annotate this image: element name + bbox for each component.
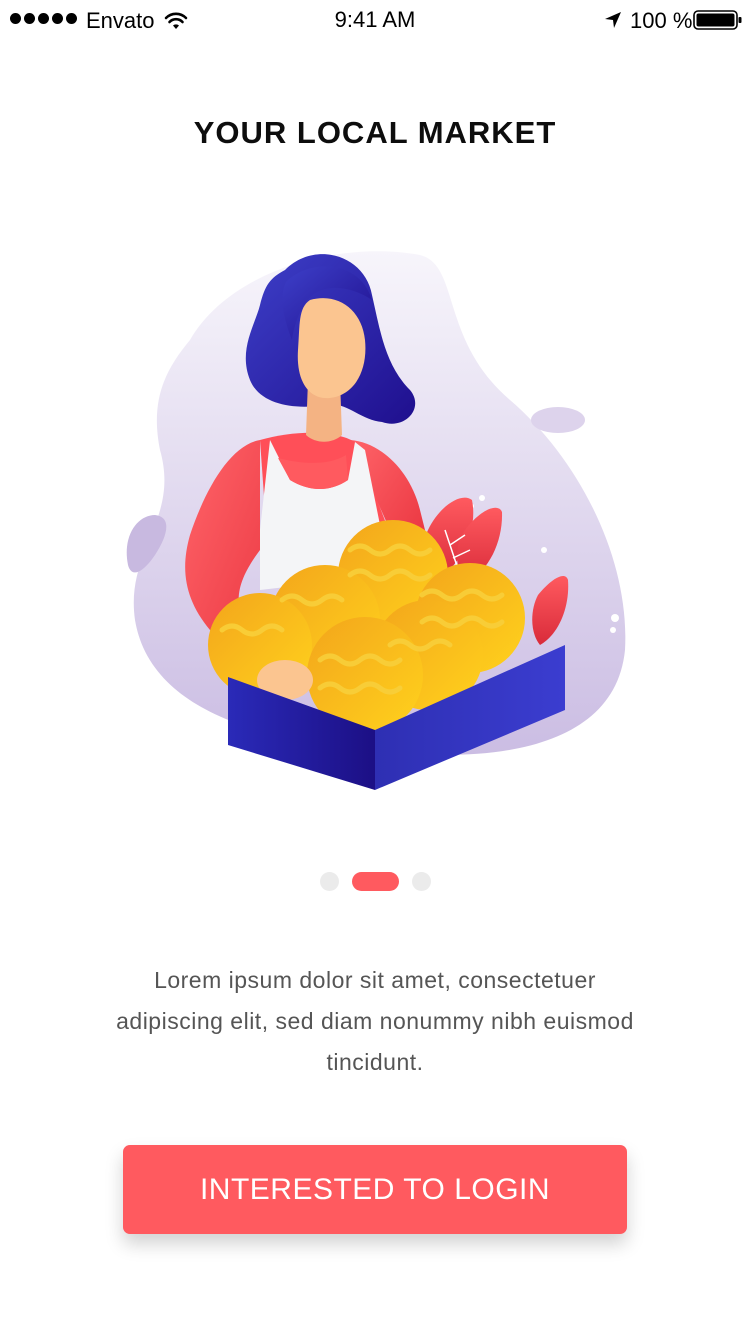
interested-to-login-button[interactable]: INTERESTED TO LOGIN (123, 1145, 627, 1234)
onboarding-description: Lorem ipsum dolor sit amet, consectetuer… (116, 967, 634, 1075)
page-dot-3[interactable] (411, 871, 431, 891)
page-title: YOUR LOCAL MARKET (193, 115, 557, 150)
page-dot-1[interactable] (319, 871, 339, 891)
page-indicator (0, 871, 750, 891)
battery-percent: 100 % (630, 8, 693, 33)
page-dot-2-active[interactable] (351, 871, 399, 891)
status-bar: Envato 9:41 AM 100 % (0, 0, 750, 40)
market-vendor-illustration (126, 251, 626, 790)
location-arrow-icon (605, 12, 621, 28)
battery-icon (693, 10, 742, 30)
